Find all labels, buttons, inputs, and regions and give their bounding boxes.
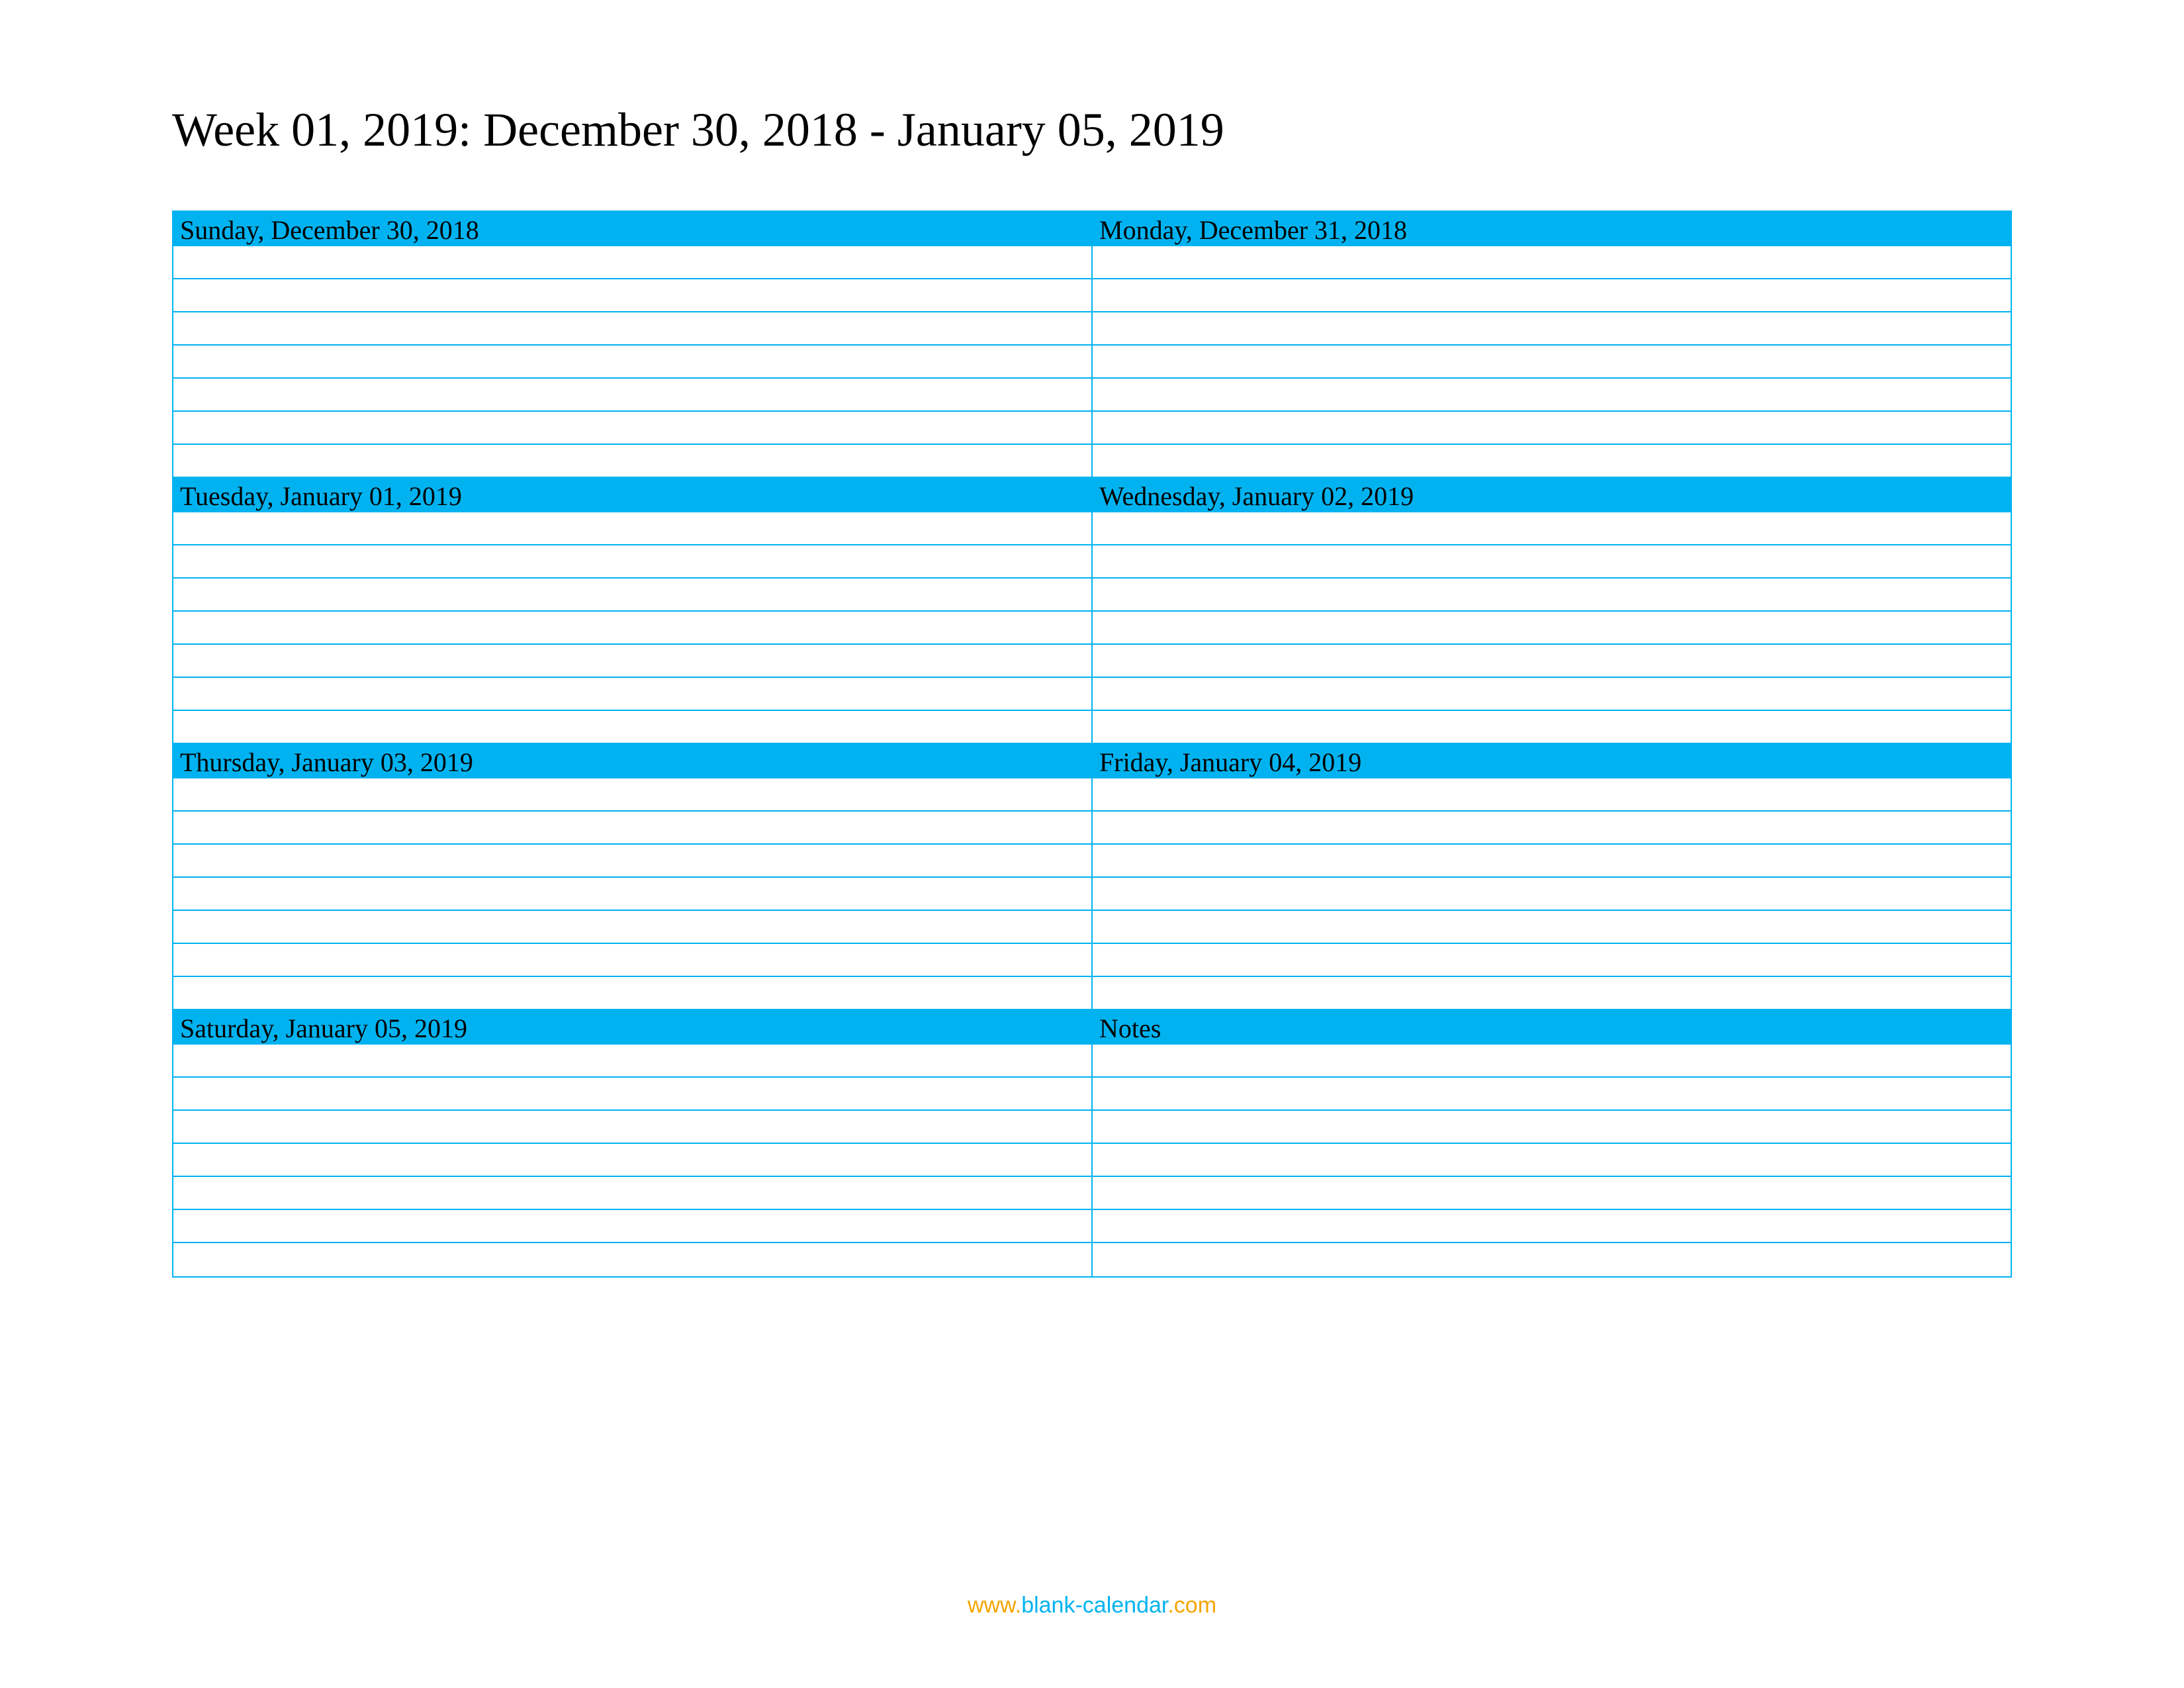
day-cell-monday: Monday, December 31, 2018 — [1093, 212, 2011, 478]
day-line[interactable] — [173, 579, 1091, 612]
day-line[interactable] — [1093, 1177, 2011, 1210]
day-line[interactable] — [1093, 1243, 2011, 1276]
day-line[interactable] — [173, 445, 1091, 478]
day-line[interactable] — [173, 246, 1091, 279]
day-line[interactable] — [1093, 246, 2011, 279]
day-line[interactable] — [1093, 1210, 2011, 1243]
day-line[interactable] — [1093, 711, 2011, 744]
day-line[interactable] — [1093, 678, 2011, 711]
day-line[interactable] — [173, 1177, 1091, 1210]
day-header: Sunday, December 30, 2018 — [173, 212, 1091, 246]
day-line[interactable] — [1093, 312, 2011, 346]
day-line[interactable] — [173, 1078, 1091, 1111]
day-lines — [1093, 246, 2011, 478]
day-line[interactable] — [173, 279, 1091, 312]
day-lines — [173, 512, 1091, 744]
day-line[interactable] — [1093, 279, 2011, 312]
day-line[interactable] — [173, 512, 1091, 545]
day-line[interactable] — [1093, 645, 2011, 678]
day-line[interactable] — [1093, 1045, 2011, 1078]
day-line[interactable] — [173, 678, 1091, 711]
day-header: Wednesday, January 02, 2019 — [1093, 478, 2011, 512]
footer-link[interactable]: www.blank-calendar.com — [0, 1593, 2184, 1618]
day-line[interactable] — [173, 645, 1091, 678]
day-line[interactable] — [173, 545, 1091, 579]
day-line[interactable] — [1093, 445, 2011, 478]
day-lines — [1093, 512, 2011, 744]
day-line[interactable] — [173, 1111, 1091, 1144]
day-cell-tuesday: Tuesday, January 01, 2019 — [173, 478, 1093, 744]
day-line[interactable] — [173, 346, 1091, 379]
day-line[interactable] — [173, 1210, 1091, 1243]
day-line[interactable] — [173, 778, 1091, 812]
day-line[interactable] — [173, 1243, 1091, 1276]
day-cell-thursday: Thursday, January 03, 2019 — [173, 744, 1093, 1010]
day-line[interactable] — [1093, 977, 2011, 1010]
calendar-row: Tuesday, January 01, 2019 Wednesday, Jan… — [173, 478, 2011, 744]
day-cell-saturday: Saturday, January 05, 2019 — [173, 1010, 1093, 1276]
day-line[interactable] — [173, 612, 1091, 645]
page-title: Week 01, 2019: December 30, 2018 - Janua… — [172, 103, 2012, 158]
day-header: Thursday, January 03, 2019 — [173, 744, 1091, 778]
day-line[interactable] — [173, 379, 1091, 412]
footer-www: www. — [968, 1593, 1021, 1618]
day-line[interactable] — [173, 878, 1091, 911]
day-line[interactable] — [1093, 545, 2011, 579]
footer-domain: blank-calendar — [1021, 1593, 1167, 1618]
day-line[interactable] — [173, 412, 1091, 445]
day-cell-sunday: Sunday, December 30, 2018 — [173, 212, 1093, 478]
day-header: Notes — [1093, 1010, 2011, 1045]
day-header: Tuesday, January 01, 2019 — [173, 478, 1091, 512]
day-line[interactable] — [1093, 346, 2011, 379]
day-line[interactable] — [1093, 1144, 2011, 1177]
calendar-row: Thursday, January 03, 2019 Friday, Janua… — [173, 744, 2011, 1010]
day-line[interactable] — [173, 944, 1091, 977]
day-line[interactable] — [1093, 579, 2011, 612]
day-line[interactable] — [1093, 911, 2011, 944]
day-line[interactable] — [1093, 812, 2011, 845]
day-line[interactable] — [173, 1144, 1091, 1177]
day-line[interactable] — [173, 312, 1091, 346]
day-line[interactable] — [1093, 845, 2011, 878]
day-lines — [1093, 1045, 2011, 1276]
day-header: Monday, December 31, 2018 — [1093, 212, 2011, 246]
day-line[interactable] — [1093, 944, 2011, 977]
day-line[interactable] — [1093, 878, 2011, 911]
calendar-row: Saturday, January 05, 2019 Notes — [173, 1010, 2011, 1276]
day-line[interactable] — [173, 711, 1091, 744]
day-cell-wednesday: Wednesday, January 02, 2019 — [1093, 478, 2011, 744]
day-cell-friday: Friday, January 04, 2019 — [1093, 744, 2011, 1010]
day-line[interactable] — [1093, 612, 2011, 645]
day-lines — [173, 778, 1091, 1010]
day-lines — [173, 246, 1091, 478]
day-line[interactable] — [173, 845, 1091, 878]
day-cell-notes: Notes — [1093, 1010, 2011, 1276]
day-lines — [173, 1045, 1091, 1276]
day-header: Friday, January 04, 2019 — [1093, 744, 2011, 778]
day-line[interactable] — [1093, 1078, 2011, 1111]
day-line[interactable] — [173, 812, 1091, 845]
day-line[interactable] — [173, 1045, 1091, 1078]
day-line[interactable] — [1093, 379, 2011, 412]
day-line[interactable] — [173, 977, 1091, 1010]
calendar-grid: Sunday, December 30, 2018 Monday, Decemb… — [172, 211, 2012, 1278]
footer-com: .com — [1167, 1593, 1216, 1618]
day-line[interactable] — [1093, 512, 2011, 545]
day-line[interactable] — [173, 911, 1091, 944]
day-line[interactable] — [1093, 412, 2011, 445]
day-line[interactable] — [1093, 778, 2011, 812]
day-header: Saturday, January 05, 2019 — [173, 1010, 1091, 1045]
calendar-row: Sunday, December 30, 2018 Monday, Decemb… — [173, 212, 2011, 478]
day-lines — [1093, 778, 2011, 1010]
page-container: Week 01, 2019: December 30, 2018 - Janua… — [0, 0, 2184, 1278]
day-line[interactable] — [1093, 1111, 2011, 1144]
